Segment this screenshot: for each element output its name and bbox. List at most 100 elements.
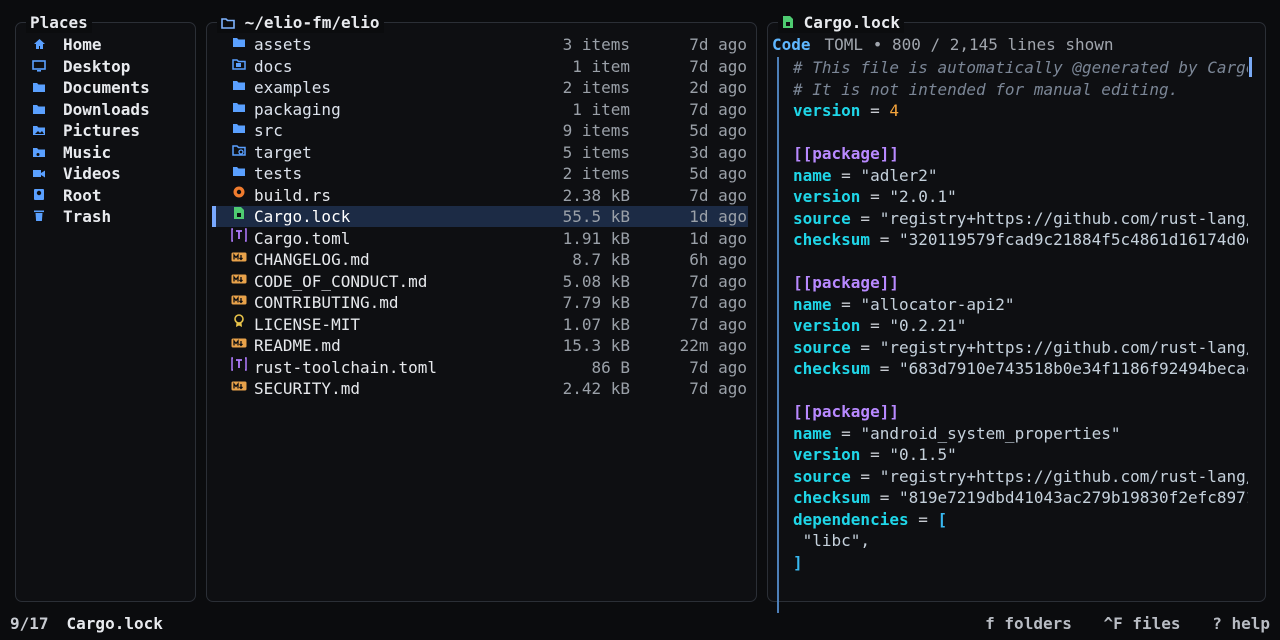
file-name: LICENSE-MIT bbox=[254, 314, 360, 334]
place-pictures[interactable]: Pictures bbox=[31, 120, 140, 141]
code-line: version = "2.0.1" bbox=[793, 186, 1248, 208]
file-row[interactable]: CHANGELOG.md 8.7 kB 6h ago bbox=[212, 249, 748, 270]
file-modified: 7d ago bbox=[689, 35, 747, 54]
file-row[interactable]: CONTRIBUTING.md 7.79 kB 7d ago bbox=[212, 292, 748, 313]
file-row[interactable]: Cargo.toml 1.91 kB 1d ago bbox=[212, 227, 748, 249]
hint-files[interactable]: ^F files bbox=[1104, 614, 1181, 633]
file-row[interactable]: target 5 items 3d ago bbox=[212, 142, 748, 163]
file-row[interactable]: LICENSE-MIT 1.07 kB 7d ago bbox=[212, 313, 748, 335]
code-line: version = "0.2.21" bbox=[793, 315, 1248, 337]
preview-scrollbar[interactable] bbox=[1249, 57, 1252, 77]
monitor-icon bbox=[31, 58, 47, 79]
file-size: 1 item bbox=[572, 56, 630, 76]
code-token: name bbox=[793, 423, 832, 443]
place-home[interactable]: Home bbox=[31, 34, 102, 55]
rust-icon bbox=[231, 185, 247, 206]
folder-icon bbox=[231, 120, 247, 141]
file-list-pane: ~/elio-fm/elio assets 3 items 7d ago docs 1 … bbox=[206, 13, 757, 602]
file-name: CODE_OF_CONDUCT.md bbox=[254, 271, 428, 291]
file-row[interactable]: README.md 15.3 kB 22m ago bbox=[212, 335, 748, 356]
file-row[interactable]: SECURITY.md 2.42 kB 7d ago bbox=[212, 378, 748, 399]
folder-icon bbox=[231, 163, 247, 184]
place-downloads[interactable]: Downloads bbox=[31, 99, 150, 120]
file-row[interactable]: build.rs 2.38 kB 7d ago bbox=[212, 185, 748, 206]
status-position: 9/17 bbox=[10, 614, 49, 633]
code-token: "registry+https://github.com/rust-lang/c… bbox=[879, 208, 1248, 228]
code-line: source = "registry+https://github.com/ru… bbox=[793, 466, 1248, 488]
code-line: checksum = "819e7219dbd41043ac279b19830f… bbox=[793, 487, 1248, 509]
code-token: = bbox=[850, 466, 880, 486]
file-modified: 7d ago bbox=[689, 293, 747, 312]
drive-icon bbox=[31, 187, 47, 208]
place-root[interactable]: Root bbox=[31, 185, 102, 206]
file-name: assets bbox=[254, 35, 312, 54]
preview-title: Cargo.lock bbox=[778, 13, 904, 33]
file-row[interactable]: CODE_OF_CONDUCT.md 5.08 kB 7d ago bbox=[212, 271, 748, 292]
file-modified: 3d ago bbox=[689, 142, 747, 162]
file-name: Cargo.lock bbox=[254, 207, 351, 226]
file-row[interactable]: packaging 1 item 7d ago bbox=[212, 99, 748, 120]
file-size: 2.42 kB bbox=[562, 379, 630, 398]
place-label: Music bbox=[63, 142, 112, 162]
file-row[interactable]: examples 2 items 2d ago bbox=[212, 77, 748, 98]
markdown-icon bbox=[231, 292, 247, 313]
code-token: = bbox=[831, 423, 861, 443]
code-line: version = "0.1.5" bbox=[793, 444, 1248, 466]
code-token: ] bbox=[793, 552, 803, 572]
place-label: Videos bbox=[63, 164, 121, 183]
file-modified: 5d ago bbox=[689, 164, 747, 183]
folder-icon bbox=[231, 34, 247, 55]
place-label: Home bbox=[63, 35, 102, 54]
code-line: checksum = "320119579fcad9c21884f5c4861d… bbox=[793, 229, 1248, 251]
file-name: docs bbox=[254, 56, 293, 76]
file-row[interactable]: tests 2 items 5d ago bbox=[212, 163, 748, 184]
code-token: version bbox=[793, 316, 861, 335]
code-token: version bbox=[793, 101, 861, 120]
place-label: Documents bbox=[63, 78, 150, 97]
folder-icon bbox=[231, 99, 247, 120]
preview-info: TOML • 800 / 2,145 lines shown bbox=[824, 35, 1114, 54]
file-size: 2 items bbox=[562, 78, 630, 97]
hint-folders[interactable]: f folders bbox=[985, 614, 1072, 633]
place-documents[interactable]: Documents bbox=[31, 77, 150, 98]
code-line: # This file is automatically @generated … bbox=[793, 57, 1248, 79]
home-icon bbox=[31, 36, 47, 57]
code-token: = bbox=[870, 488, 899, 507]
folder-docs-icon bbox=[231, 56, 247, 77]
status-selected: Cargo.lock bbox=[66, 614, 163, 633]
code-token: checksum bbox=[793, 230, 871, 249]
file-row[interactable]: src 9 items 5d ago bbox=[212, 120, 748, 141]
place-music[interactable]: Music bbox=[31, 142, 111, 163]
file-size: 1.07 kB bbox=[562, 314, 630, 334]
file-modified: 5d ago bbox=[689, 121, 747, 140]
code-token: [[package]] bbox=[793, 273, 899, 292]
file-modified: 7d ago bbox=[689, 271, 747, 291]
file-row[interactable]: docs 1 item 7d ago bbox=[212, 56, 748, 77]
file-modified: 6h ago bbox=[689, 250, 747, 269]
file-row[interactable]: Cargo.lock 55.5 kB 1d ago bbox=[212, 206, 748, 227]
place-desktop[interactable]: Desktop bbox=[31, 56, 130, 77]
trash-icon bbox=[31, 208, 47, 229]
file-size: 9 items bbox=[562, 121, 630, 140]
file-row[interactable]: assets 3 items 7d ago bbox=[212, 34, 748, 55]
code-preview: # This file is automatically @generated … bbox=[793, 57, 1248, 573]
code-token: 4 bbox=[889, 101, 899, 120]
markdown-icon bbox=[231, 335, 247, 356]
file-row[interactable]: rust-toolchain.toml 86 B 7d ago bbox=[212, 356, 748, 378]
hint-help[interactable]: ? help bbox=[1212, 614, 1270, 633]
code-line: [[package]] bbox=[793, 401, 1248, 423]
file-name: packaging bbox=[254, 99, 341, 119]
file-name: src bbox=[254, 121, 283, 140]
code-token: "683d7910e743518b0e34f1186f92494becacb04… bbox=[898, 359, 1248, 378]
place-videos[interactable]: Videos bbox=[31, 163, 121, 184]
file-size: 2.38 kB bbox=[562, 185, 630, 205]
code-token: = bbox=[870, 359, 899, 378]
markdown-icon bbox=[231, 249, 247, 270]
place-label: Pictures bbox=[63, 121, 141, 140]
current-path: ~/elio-fm/elio bbox=[217, 13, 384, 33]
file-name: CHANGELOG.md bbox=[254, 250, 370, 269]
code-token: version bbox=[793, 445, 861, 464]
code-token: name bbox=[793, 294, 832, 314]
place-trash[interactable]: Trash bbox=[31, 206, 111, 227]
